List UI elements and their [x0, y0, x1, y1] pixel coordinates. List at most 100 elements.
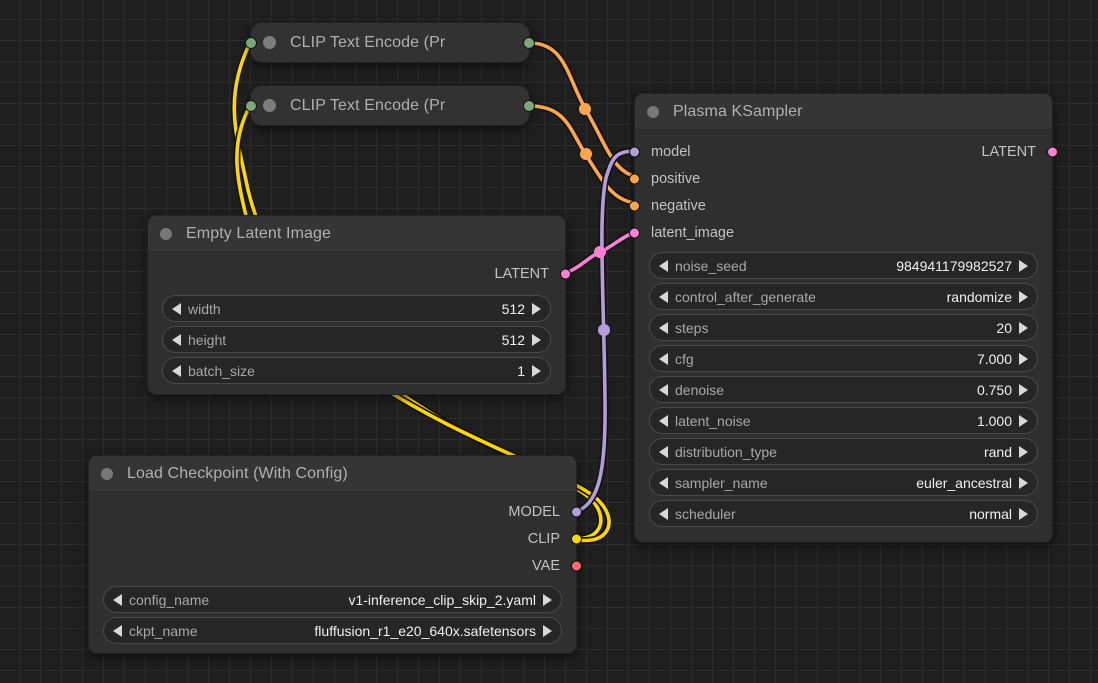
output-slot-model[interactable]: MODEL — [89, 498, 582, 525]
widget-scheduler[interactable]: scheduler normal — [649, 500, 1038, 527]
widget-denoise[interactable]: denoise 0.750 — [649, 376, 1038, 403]
output-slot-clip[interactable]: CLIP — [89, 525, 582, 552]
slot-label: latent_image — [651, 224, 735, 241]
widget-label: latent_noise — [675, 412, 751, 429]
collapsed-input-slot[interactable] — [245, 36, 257, 49]
link-midpoint-dot[interactable] — [598, 324, 610, 336]
widget-label: cfg — [675, 350, 694, 367]
node-body: MODEL CLIP VAE config_name v1-inference_… — [89, 492, 582, 644]
increment-arrow-icon[interactable] — [543, 593, 552, 606]
widget-value: randomize — [946, 288, 1012, 305]
slot-dot-model[interactable] — [571, 506, 582, 517]
widget-label: noise_seed — [675, 257, 747, 274]
slot-dot-latent[interactable] — [1047, 146, 1058, 157]
widget-steps[interactable]: steps 20 — [649, 314, 1038, 341]
collapse-toggle-icon[interactable] — [263, 99, 276, 112]
decrement-arrow-icon[interactable] — [172, 302, 181, 315]
node-plasma-ksampler[interactable]: Plasma KSampler model LATENT positive ne… — [629, 93, 1058, 543]
collapse-toggle-icon[interactable] — [101, 467, 113, 480]
slot-dot-negative[interactable] — [629, 200, 640, 211]
collapse-toggle-icon[interactable] — [647, 105, 659, 118]
collapse-toggle-icon[interactable] — [263, 36, 276, 49]
node-clip-text-encode-negative[interactable]: CLIP Text Encode (Pr — [245, 85, 535, 126]
decrement-arrow-icon[interactable] — [659, 414, 668, 427]
link-midpoint-dot[interactable] — [579, 103, 591, 115]
slot-dot-latent-image[interactable] — [629, 227, 640, 238]
widget-batch-size[interactable]: batch_size 1 — [162, 357, 551, 384]
node-header[interactable]: Load Checkpoint (With Config) — [89, 456, 576, 492]
widget-noise-seed[interactable]: noise_seed 984941179982527 — [649, 252, 1038, 279]
slot-dot-latent[interactable] — [560, 268, 571, 279]
increment-arrow-icon[interactable] — [1019, 290, 1028, 303]
increment-arrow-icon[interactable] — [1019, 321, 1028, 334]
decrement-arrow-icon[interactable] — [113, 593, 122, 606]
decrement-arrow-icon[interactable] — [659, 321, 668, 334]
increment-arrow-icon[interactable] — [1019, 445, 1028, 458]
decrement-arrow-icon[interactable] — [659, 445, 668, 458]
widget-label: steps — [675, 319, 709, 336]
node-empty-latent-image[interactable]: Empty Latent Image LATENT width 512 heig… — [147, 215, 571, 395]
widget-distribution-type[interactable]: distribution_type rand — [649, 438, 1038, 465]
collapsed-input-slot[interactable] — [245, 99, 257, 112]
increment-arrow-icon[interactable] — [1019, 259, 1028, 272]
increment-arrow-icon[interactable] — [532, 302, 541, 315]
input-slot-latent-image[interactable]: latent_image — [629, 219, 1052, 246]
decrement-arrow-icon[interactable] — [172, 333, 181, 346]
node-title: Plasma KSampler — [673, 102, 803, 120]
decrement-arrow-icon[interactable] — [659, 352, 668, 365]
collapsed-output-slot[interactable] — [523, 36, 535, 49]
slot-dot-model[interactable] — [629, 146, 640, 157]
output-slot-latent[interactable]: LATENT — [148, 260, 571, 287]
increment-arrow-icon[interactable] — [1019, 383, 1028, 396]
slot-dot-clip[interactable] — [571, 533, 582, 544]
decrement-arrow-icon[interactable] — [113, 624, 122, 637]
decrement-arrow-icon[interactable] — [659, 383, 668, 396]
collapse-toggle-icon[interactable] — [160, 227, 172, 240]
increment-arrow-icon[interactable] — [1019, 414, 1028, 427]
widget-label: batch_size — [188, 362, 255, 379]
node-graph-canvas[interactable]: CLIP Text Encode (Pr CLIP Text Encode (P… — [0, 0, 1098, 683]
link-midpoint-dot[interactable] — [594, 246, 606, 258]
slot-dot-vae[interactable] — [571, 560, 582, 571]
widget-label: height — [188, 331, 227, 348]
widget-height[interactable]: height 512 — [162, 326, 551, 353]
widget-latent-noise[interactable]: latent_noise 1.000 — [649, 407, 1038, 434]
node-title: Load Checkpoint (With Config) — [127, 464, 348, 482]
widget-label: denoise — [675, 381, 725, 398]
slot-dot-positive[interactable] — [629, 173, 640, 184]
increment-arrow-icon[interactable] — [532, 364, 541, 377]
increment-arrow-icon[interactable] — [1019, 352, 1028, 365]
widget-label: distribution_type — [675, 443, 777, 460]
input-slot-positive[interactable]: positive — [629, 165, 1052, 192]
increment-arrow-icon[interactable] — [543, 624, 552, 637]
increment-arrow-icon[interactable] — [1019, 476, 1028, 489]
output-slot-vae[interactable]: VAE — [89, 552, 582, 579]
node-load-checkpoint-with-config[interactable]: Load Checkpoint (With Config) MODEL CLIP… — [88, 455, 582, 654]
decrement-arrow-icon[interactable] — [659, 259, 668, 272]
widget-value: 1 — [517, 362, 525, 379]
node-clip-text-encode-positive[interactable]: CLIP Text Encode (Pr — [245, 22, 535, 63]
collapsed-output-slot[interactable] — [523, 99, 535, 112]
node-body: model LATENT positive negative latent_im… — [629, 130, 1058, 527]
increment-arrow-icon[interactable] — [1019, 507, 1028, 520]
widget-control-after-generate[interactable]: control_after_generate randomize — [649, 283, 1038, 310]
link-pos-encoder-to-positive[interactable] — [528, 41, 648, 180]
widget-cfg[interactable]: cfg 7.000 — [649, 345, 1038, 372]
node-header[interactable]: Plasma KSampler — [635, 94, 1052, 130]
widget-config-name[interactable]: config_name v1-inference_clip_skip_2.yam… — [103, 586, 562, 613]
increment-arrow-icon[interactable] — [532, 333, 541, 346]
node-header[interactable]: Empty Latent Image — [148, 216, 565, 252]
widget-width[interactable]: width 512 — [162, 295, 551, 322]
decrement-arrow-icon[interactable] — [659, 290, 668, 303]
decrement-arrow-icon[interactable] — [659, 476, 668, 489]
link-neg-encoder-to-negative[interactable] — [528, 104, 648, 206]
decrement-arrow-icon[interactable] — [659, 507, 668, 520]
link-midpoint-dot[interactable] — [580, 148, 592, 160]
widget-value: 20 — [996, 319, 1012, 336]
slot-label: MODEL — [508, 503, 560, 520]
input-slot-negative[interactable]: negative — [629, 192, 1052, 219]
widget-sampler-name[interactable]: sampler_name euler_ancestral — [649, 469, 1038, 496]
widget-ckpt-name[interactable]: ckpt_name fluffusion_r1_e20_640x.safeten… — [103, 617, 562, 644]
node-title: CLIP Text Encode (Pr — [290, 33, 446, 51]
decrement-arrow-icon[interactable] — [172, 364, 181, 377]
